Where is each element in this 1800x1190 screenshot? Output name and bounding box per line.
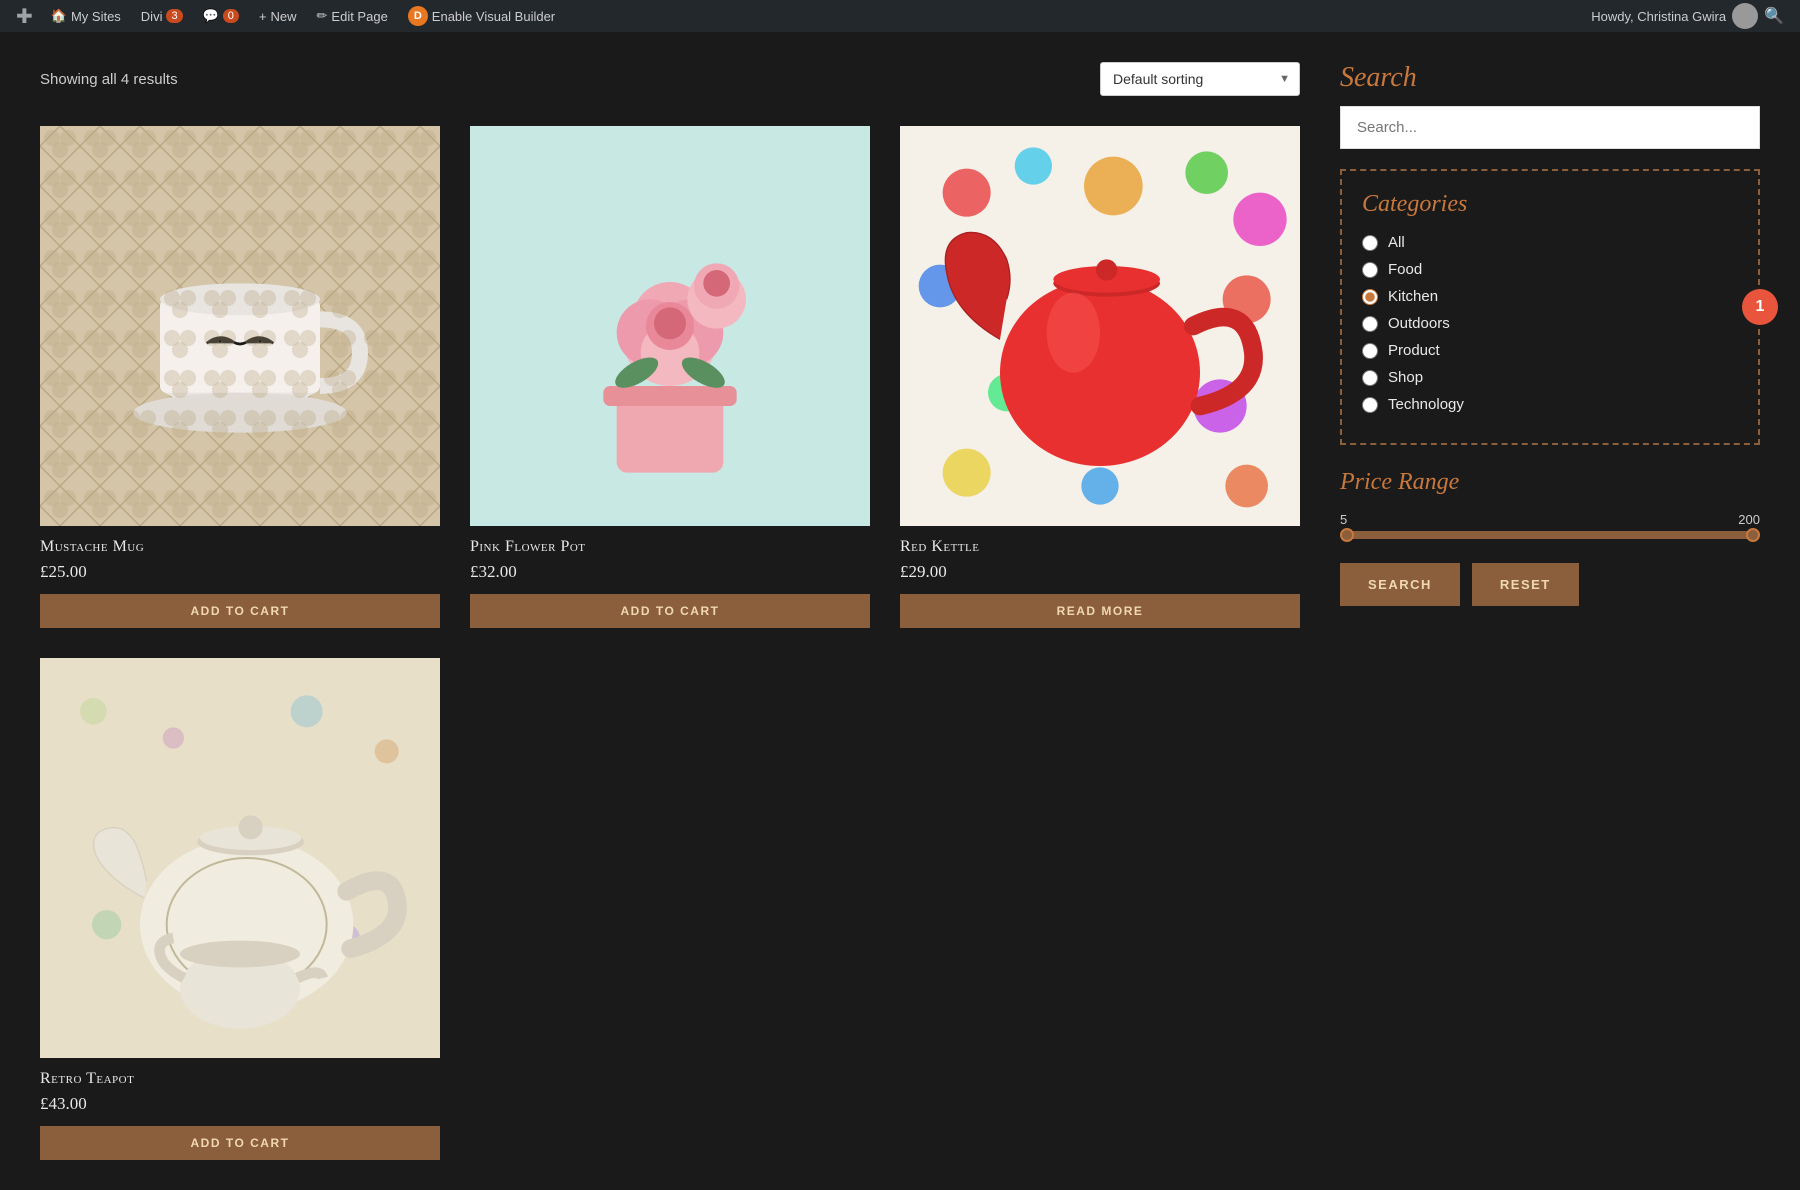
- product-image-mustache-mug: [40, 126, 440, 526]
- product-name-pink-flower-pot: Pink Flower Pot: [470, 538, 870, 556]
- category-item-food[interactable]: Food: [1362, 261, 1738, 278]
- category-item-shop[interactable]: Shop: [1362, 369, 1738, 386]
- enable-visual-builder-label: Enable Visual Builder: [432, 9, 555, 24]
- category-item-product[interactable]: Product: [1362, 342, 1738, 359]
- category-label-shop[interactable]: Shop: [1388, 369, 1423, 386]
- product-price-red-kettle: £29.00: [900, 562, 1300, 582]
- wordpress-logo-icon[interactable]: ✚: [8, 4, 41, 29]
- user-greeting: Howdy, Christina Gwira: [1591, 9, 1726, 24]
- product-card-retro-teapot[interactable]: Retro Teapot £43.00 ADD TO CART: [40, 658, 440, 1160]
- categories-box: Categories All Food Kitchen Outdoors Pro…: [1340, 169, 1760, 445]
- category-radio-technology[interactable]: [1362, 397, 1378, 413]
- product-image-retro-teapot: [40, 658, 440, 1058]
- showing-results-text: Showing all 4 results: [40, 71, 178, 88]
- category-label-technology[interactable]: Technology: [1388, 396, 1464, 413]
- category-radio-outdoors[interactable]: [1362, 316, 1378, 332]
- category-item-kitchen[interactable]: Kitchen: [1362, 288, 1738, 305]
- product-card-red-kettle[interactable]: Red Kettle £29.00 READ MORE: [900, 126, 1300, 628]
- category-label-food[interactable]: Food: [1388, 261, 1422, 278]
- product-name-retro-teapot: Retro Teapot: [40, 1070, 440, 1088]
- category-radio-kitchen[interactable]: [1362, 289, 1378, 305]
- new-menu[interactable]: + New: [249, 0, 307, 32]
- results-header: Showing all 4 results Default sorting So…: [40, 62, 1300, 96]
- product-image-red-kettle: [900, 126, 1300, 526]
- products-section: Showing all 4 results Default sorting So…: [40, 62, 1300, 1160]
- price-slider-track: [1340, 531, 1760, 539]
- category-item-technology[interactable]: Technology: [1362, 396, 1738, 413]
- categories-title: Categories: [1362, 191, 1738, 218]
- divi-menu[interactable]: Divi 3: [131, 0, 193, 32]
- sort-wrapper: Default sorting Sort by popularity Sort …: [1100, 62, 1300, 96]
- edit-page-menu[interactable]: ✏ Edit Page: [307, 0, 398, 32]
- new-icon: +: [259, 9, 267, 24]
- add-to-cart-button-retro-teapot[interactable]: ADD TO CART: [40, 1126, 440, 1160]
- category-item-all[interactable]: All: [1362, 234, 1738, 251]
- search-admin-icon[interactable]: 🔍: [1764, 6, 1784, 26]
- category-label-all[interactable]: All: [1388, 234, 1405, 251]
- add-to-cart-button-mustache-mug[interactable]: ADD TO CART: [40, 594, 440, 628]
- product-price-retro-teapot: £43.00: [40, 1094, 440, 1114]
- reset-action-button[interactable]: RESET: [1472, 563, 1579, 606]
- category-radio-product[interactable]: [1362, 343, 1378, 359]
- search-input[interactable]: [1340, 106, 1760, 149]
- new-label: New: [271, 9, 297, 24]
- sidebar-search-title: Search: [1340, 62, 1760, 94]
- enable-visual-builder-menu[interactable]: D Enable Visual Builder: [398, 0, 565, 32]
- my-sites-icon: 🏠: [51, 8, 67, 24]
- price-slider-thumb-right[interactable]: [1746, 528, 1760, 542]
- admin-bar-right: Howdy, Christina Gwira 🔍: [1591, 3, 1792, 29]
- divi-label: Divi: [141, 9, 163, 24]
- edit-page-label: Edit Page: [331, 9, 387, 24]
- product-price-mustache-mug: £25.00: [40, 562, 440, 582]
- price-min-label: 5: [1340, 512, 1347, 527]
- sort-select[interactable]: Default sorting Sort by popularity Sort …: [1100, 62, 1300, 96]
- admin-bar: ✚ 🏠 My Sites Divi 3 💬 0 + New ✏ Edit Pag…: [0, 0, 1800, 32]
- category-radio-shop[interactable]: [1362, 370, 1378, 386]
- search-action-button[interactable]: SEARCH: [1340, 563, 1460, 606]
- price-range-title: Price Range: [1340, 469, 1760, 496]
- category-label-outdoors[interactable]: Outdoors: [1388, 315, 1450, 332]
- my-sites-label: My Sites: [71, 9, 121, 24]
- read-more-button-red-kettle[interactable]: READ MORE: [900, 594, 1300, 628]
- comments-count: 0: [223, 9, 239, 23]
- product-grid: Mustache Mug £25.00 ADD TO CART: [40, 126, 1300, 628]
- sidebar: Search Categories All Food Kitchen Outdo…: [1340, 62, 1760, 1160]
- product-price-pink-flower-pot: £32.00: [470, 562, 870, 582]
- product-row-single: Retro Teapot £43.00 ADD TO CART: [40, 658, 1300, 1160]
- edit-icon: ✏: [317, 8, 328, 24]
- category-item-outdoors[interactable]: Outdoors: [1362, 315, 1738, 332]
- product-name-mustache-mug: Mustache Mug: [40, 538, 440, 556]
- price-range-labels: 5 200: [1340, 512, 1760, 527]
- price-max-label: 200: [1738, 512, 1760, 527]
- avatar: [1732, 3, 1758, 29]
- product-card-mustache-mug[interactable]: Mustache Mug £25.00 ADD TO CART: [40, 126, 440, 628]
- product-card-pink-flower-pot[interactable]: Pink Flower Pot £32.00 ADD TO CART: [470, 126, 870, 628]
- divi-visual-builder-icon: D: [408, 6, 428, 26]
- category-radio-all[interactable]: [1362, 235, 1378, 251]
- product-image-pink-flower-pot: [470, 126, 870, 526]
- category-radio-food[interactable]: [1362, 262, 1378, 278]
- divi-count: 3: [166, 9, 182, 23]
- category-label-kitchen[interactable]: Kitchen: [1388, 288, 1438, 305]
- add-to-cart-button-pink-flower-pot[interactable]: ADD TO CART: [470, 594, 870, 628]
- category-label-product[interactable]: Product: [1388, 342, 1440, 359]
- product-name-red-kettle: Red Kettle: [900, 538, 1300, 556]
- price-slider-thumb-left[interactable]: [1340, 528, 1354, 542]
- step-badge: 1: [1742, 289, 1778, 325]
- action-buttons: SEARCH RESET: [1340, 563, 1760, 606]
- comments-menu[interactable]: 💬 0: [193, 0, 249, 32]
- comments-icon: 💬: [203, 8, 219, 24]
- my-sites-menu[interactable]: 🏠 My Sites: [41, 0, 131, 32]
